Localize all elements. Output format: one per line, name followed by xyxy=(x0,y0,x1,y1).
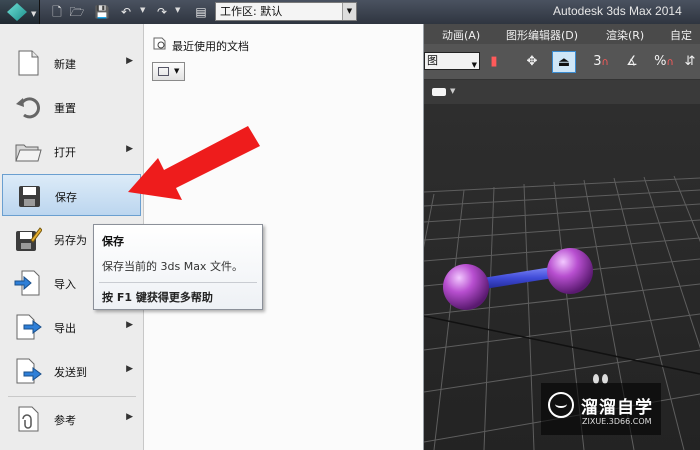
tooltip-divider xyxy=(99,282,257,283)
send-to-icon xyxy=(16,358,42,384)
command-export[interactable]: 导出 ▶ xyxy=(2,306,141,348)
chevron-down-icon: ▼ xyxy=(31,10,37,18)
submenu-arrow-icon: ▶ xyxy=(126,412,133,422)
chevron-down-icon: ▼ xyxy=(471,61,477,69)
move-icon[interactable]: ✥ xyxy=(520,51,544,73)
sphere-left[interactable] xyxy=(443,264,489,310)
tooltip-title: 保存 xyxy=(102,235,124,248)
command-label: 新建 xyxy=(54,58,76,71)
3ds-max-logo-icon xyxy=(7,3,27,21)
tooltip-description: 保存当前的 3ds Max 文件。 xyxy=(102,260,243,273)
menu-bar: 动画(A) 图形编辑器(D) 渲染(R) 自定 xyxy=(424,24,700,44)
new-file-icon xyxy=(18,50,39,76)
title-bar: ▼ 🗋 🗁 💾 ↶ ▼ ↷ ▼ ▤ 工作区: 默认 ▼ Autodesk 3ds… xyxy=(0,0,700,24)
select-object-icon[interactable]: ⏏ xyxy=(552,51,576,73)
submenu-arrow-icon: ▶ xyxy=(126,56,133,66)
sphere-right[interactable] xyxy=(547,248,593,294)
reset-icon xyxy=(16,97,40,119)
percent-snap-icon[interactable]: %∩ xyxy=(652,51,676,73)
tooltip-help: 按 F1 键获得更多帮助 xyxy=(102,291,213,304)
command-label: 发送到 xyxy=(54,366,87,379)
redo-dropdown-icon[interactable]: ▼ xyxy=(175,6,180,14)
viewport-label-bar: ▼ xyxy=(424,80,700,104)
menu-customize[interactable]: 自定 xyxy=(670,27,692,43)
command-label: 保存 xyxy=(55,191,77,204)
command-label: 另存为 xyxy=(54,234,87,247)
application-button[interactable]: ▼ xyxy=(0,0,40,24)
new-file-icon[interactable]: 🗋 xyxy=(49,4,65,20)
watermark-logo-icon xyxy=(548,392,574,418)
command-label: 打开 xyxy=(54,146,76,159)
red-arrow-annotation xyxy=(128,126,260,200)
command-reference[interactable]: 参考 ▶ xyxy=(2,398,141,440)
menu-graph-editors[interactable]: 图形编辑器(D) xyxy=(506,27,578,43)
selection-filter-dropdown[interactable]: 图 ▼ xyxy=(424,52,480,70)
menu-rendering[interactable]: 渲染(R) xyxy=(606,27,644,43)
open-folder-icon xyxy=(15,144,42,162)
app-title: Autodesk 3ds Max 2014 xyxy=(553,4,682,18)
snap-toggle-icon[interactable]: 3∩ xyxy=(589,51,613,73)
save-disk-icon xyxy=(19,186,40,207)
watermark-url: ZIXUE.3D66.COM xyxy=(582,417,652,426)
select-by-name-icon[interactable]: ▮ xyxy=(482,51,506,73)
recent-documents-title: 最近使用的文档 xyxy=(172,40,249,53)
recent-view-dropdown[interactable]: ▼ xyxy=(152,62,185,81)
command-label: 导出 xyxy=(54,322,76,335)
reference-icon xyxy=(18,406,39,432)
command-label: 参考 xyxy=(54,414,76,427)
save-tooltip: 保存 保存当前的 3ds Max 文件。 按 F1 键获得更多帮助 xyxy=(93,224,263,310)
view-icon xyxy=(158,67,169,76)
angle-snap-icon[interactable]: ∡ xyxy=(620,51,644,73)
project-folder-icon[interactable]: ▤ xyxy=(193,4,209,20)
command-new[interactable]: 新建 ▶ xyxy=(2,42,141,84)
percent-label: % xyxy=(654,54,667,69)
submenu-arrow-icon: ▶ xyxy=(126,320,133,330)
menu-divider xyxy=(8,396,136,397)
undo-icon[interactable]: ↶ xyxy=(118,4,134,20)
menu-animation[interactable]: 动画(A) xyxy=(442,27,480,43)
command-label: 导入 xyxy=(54,278,76,291)
workspace-dropdown[interactable]: 工作区: 默认 ▼ xyxy=(215,2,357,21)
redo-icon[interactable]: ↷ xyxy=(154,4,170,20)
save-icon[interactable]: 💾 xyxy=(94,4,110,20)
watermark-name: 溜溜自学 xyxy=(581,398,653,418)
submenu-arrow-icon: ▶ xyxy=(126,364,133,374)
workspace-value: 工作区: 默认 xyxy=(220,5,283,18)
main-toolbar: 图 ▼ ▮ ✥ ⏏ 3∩ ∡ %∩ ⇵ xyxy=(424,44,700,80)
viewport-menu-icon[interactable] xyxy=(432,88,446,96)
chevron-down-icon: ▼ xyxy=(342,3,356,20)
spinner-snap-icon[interactable]: ⇵ xyxy=(678,51,700,73)
command-send-to[interactable]: 发送到 ▶ xyxy=(2,350,141,392)
import-icon xyxy=(14,270,40,296)
command-label: 重置 xyxy=(54,102,76,115)
selection-filter-value: 图 xyxy=(427,54,438,67)
undo-dropdown-icon[interactable]: ▼ xyxy=(140,6,145,14)
watermark: 溜溜自学 ZIXUE.3D66.COM xyxy=(541,383,661,435)
open-folder-icon[interactable]: 🗁 xyxy=(69,4,85,20)
export-icon xyxy=(16,314,42,340)
recent-documents-icon xyxy=(153,37,166,50)
save-as-icon xyxy=(16,227,42,251)
chevron-down-icon: ▼ xyxy=(174,67,180,75)
chevron-down-icon[interactable]: ▼ xyxy=(450,87,455,95)
